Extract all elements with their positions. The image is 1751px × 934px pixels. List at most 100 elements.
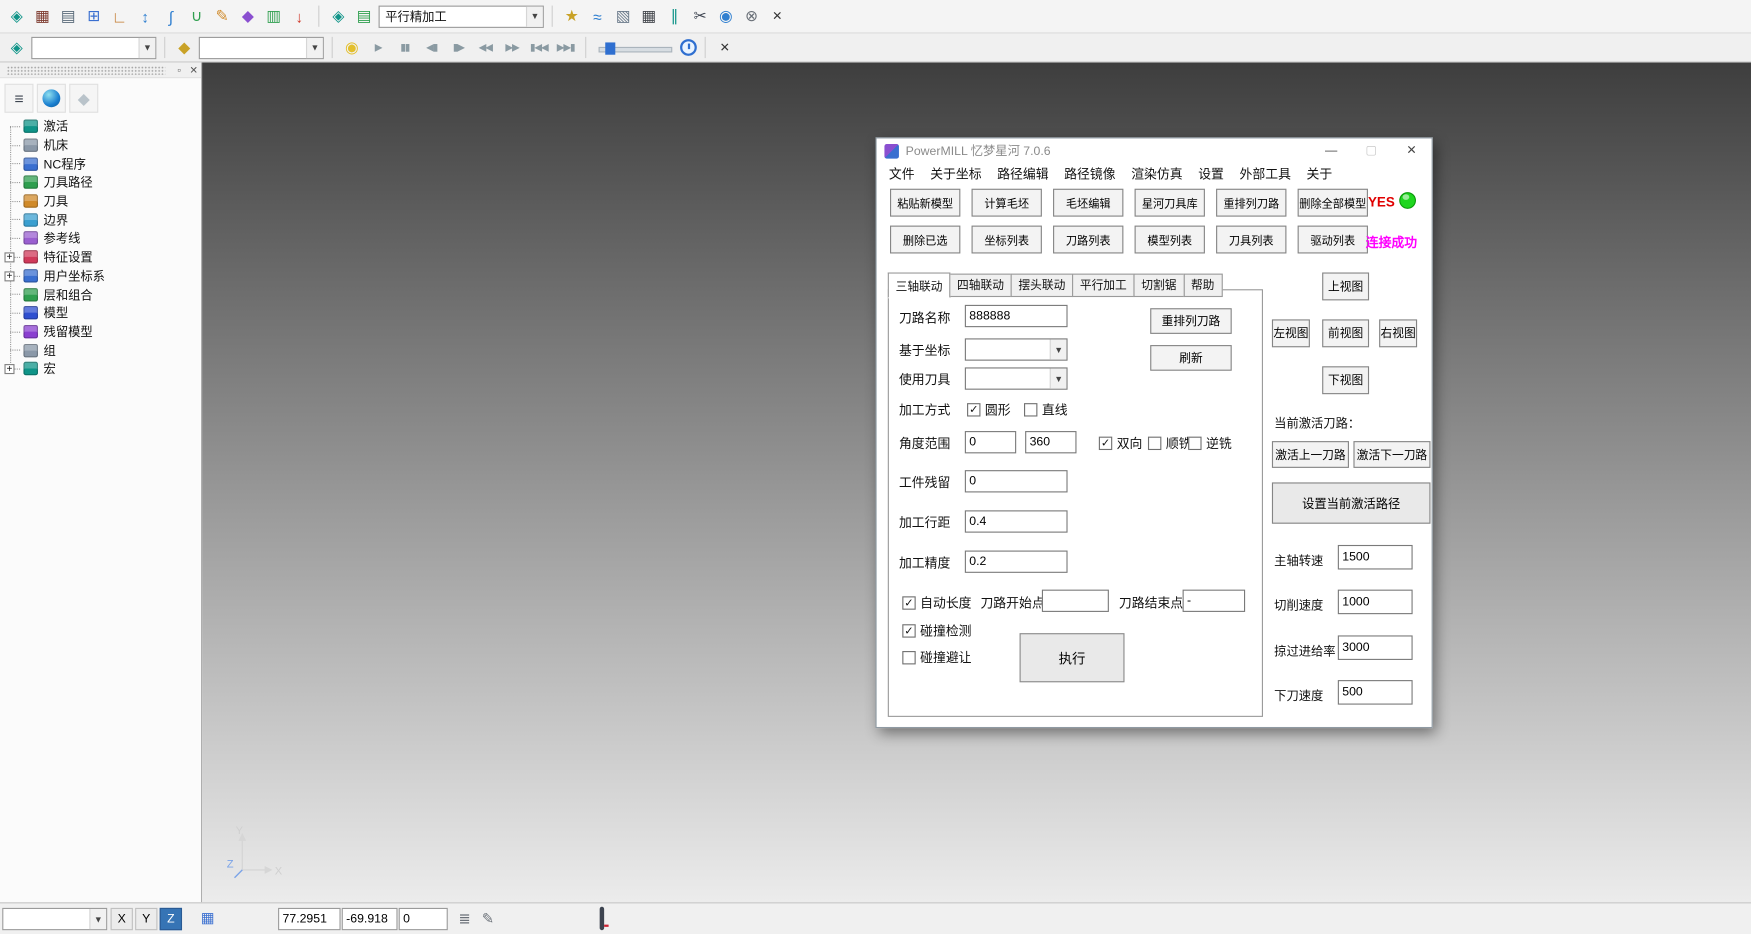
- lightbulb-icon[interactable]: ◉: [341, 36, 363, 58]
- tree-item[interactable]: 残留模型: [2, 322, 199, 341]
- dialog-toolbar-button[interactable]: 毛坯编辑: [1053, 189, 1123, 217]
- pause-icon[interactable]: ▮▮: [393, 36, 416, 58]
- menu-item[interactable]: 关于坐标: [922, 163, 989, 185]
- table-icon[interactable]: ▥: [262, 5, 284, 27]
- circle-checkbox[interactable]: ✓ 圆形: [967, 401, 1011, 419]
- dialog-toolbar-button[interactable]: 计算毛坯: [972, 189, 1042, 217]
- menu-item[interactable]: 路径镜像: [1056, 163, 1123, 185]
- dialog-toolbar-button[interactable]: 刀具列表: [1216, 226, 1286, 254]
- import-icon[interactable]: ↓: [288, 5, 310, 27]
- step-forward-icon[interactable]: ▮▶: [447, 36, 470, 58]
- simulation-speed-slider[interactable]: [599, 39, 673, 57]
- set-active-path-button[interactable]: 设置当前激活路径: [1272, 482, 1431, 523]
- toolbar-close-button[interactable]: ✕: [766, 5, 788, 27]
- panel-close-icon[interactable]: ✕: [186, 63, 201, 76]
- tree-item[interactable]: 模型: [2, 304, 199, 323]
- front-view-button[interactable]: 前视图: [1322, 319, 1369, 347]
- panel-header[interactable]: ▫ ✕: [0, 63, 201, 79]
- tree-expand-toggle[interactable]: +: [4, 364, 14, 374]
- dialog-toolbar-button[interactable]: 删除已选: [890, 226, 960, 254]
- stepover-input[interactable]: [965, 510, 1068, 532]
- menu-item[interactable]: 文件: [881, 163, 922, 185]
- create-block-icon[interactable]: ⊞: [83, 5, 105, 27]
- activate-next-toolpath-button[interactable]: 激活下一刀路: [1353, 441, 1430, 468]
- tab[interactable]: 四轴联动: [949, 274, 1012, 297]
- tree-item[interactable]: 刀具: [2, 192, 199, 211]
- close-button[interactable]: ✕: [1391, 139, 1431, 162]
- slider-handle[interactable]: [605, 42, 615, 54]
- tree-item[interactable]: 刀具路径: [2, 173, 199, 192]
- plot-icon[interactable]: ≈: [586, 5, 608, 27]
- rewind-icon[interactable]: ◀◀: [473, 36, 496, 58]
- edit-list-icon[interactable]: ≣: [453, 908, 475, 930]
- toolpath-name-input[interactable]: [965, 305, 1068, 327]
- pattern-icon[interactable]: ◆: [237, 5, 259, 27]
- z-axis-button[interactable]: Z: [160, 908, 182, 930]
- statistics-icon[interactable]: ∥: [663, 5, 685, 27]
- maximize-button[interactable]: ▢: [1351, 139, 1391, 162]
- right-view-button[interactable]: 右视图: [1379, 319, 1417, 347]
- tree-item[interactable]: 边界: [2, 210, 199, 229]
- tree-item[interactable]: + 宏: [2, 360, 199, 379]
- chevron-down-icon[interactable]: ▼: [89, 909, 106, 929]
- skim-feed-input[interactable]: [1338, 635, 1413, 660]
- x-axis-button[interactable]: X: [111, 908, 133, 930]
- menu-item[interactable]: 渲染仿真: [1123, 163, 1190, 185]
- go-to-start-icon[interactable]: ▮◀◀: [527, 36, 550, 58]
- simulate-icon[interactable]: ◈: [6, 36, 28, 58]
- tree-item[interactable]: 层和组合: [2, 285, 199, 304]
- dialog-toolbar-button[interactable]: 星河刀具库: [1135, 189, 1205, 217]
- save-icon[interactable]: ▦: [31, 5, 53, 27]
- dialog-toolbar-button[interactable]: 模型列表: [1135, 226, 1205, 254]
- tree-item[interactable]: 参考线: [2, 229, 199, 248]
- top-view-button[interactable]: 上视图: [1322, 272, 1369, 300]
- measure-icon[interactable]: ∟: [108, 5, 130, 27]
- dialog-toolbar-button[interactable]: 删除全部模型: [1298, 189, 1368, 217]
- play-icon[interactable]: ▶: [366, 36, 389, 58]
- dialog-titlebar[interactable]: PowerMILL 忆梦星河 7.0.6 — ▢ ✕: [877, 138, 1432, 163]
- chevron-down-icon[interactable]: ▼: [1050, 339, 1067, 359]
- dialog-toolbar-button[interactable]: 粘贴新模型: [890, 189, 960, 217]
- tree-item[interactable]: NC程序: [2, 155, 199, 174]
- menu-item[interactable]: 设置: [1190, 163, 1231, 185]
- dialog-toolbar-button[interactable]: 重排列刀路: [1216, 189, 1286, 217]
- chevron-down-icon[interactable]: ▼: [1050, 369, 1067, 389]
- go-to-end-icon[interactable]: ▶▶▮: [554, 36, 577, 58]
- chevron-down-icon[interactable]: ▼: [306, 37, 323, 57]
- plunge-feed-input[interactable]: [1338, 680, 1413, 705]
- arc-icon[interactable]: ∪: [185, 5, 207, 27]
- cursor-x-input[interactable]: [278, 908, 341, 930]
- panel-float-icon[interactable]: ▫: [172, 63, 187, 76]
- y-axis-button[interactable]: Y: [135, 908, 157, 930]
- tab[interactable]: 摆头联动: [1011, 274, 1074, 297]
- gear-icon[interactable]: ⊗: [740, 5, 762, 27]
- orientation-icon[interactable]: ✎: [477, 908, 499, 930]
- angle-to-input[interactable]: [1025, 431, 1076, 453]
- end-point-input[interactable]: [1183, 590, 1246, 612]
- checkbox-box[interactable]: [1148, 437, 1161, 450]
- left-view-button[interactable]: 左视图: [1272, 319, 1310, 347]
- sim-toolpath-combo[interactable]: ▼: [199, 36, 324, 58]
- cursor-y-input[interactable]: [342, 908, 398, 930]
- tree-structure-icon[interactable]: ≡: [4, 84, 33, 113]
- viewfinder-icon[interactable]: ◉: [715, 5, 737, 27]
- chevron-down-icon[interactable]: ▼: [526, 6, 543, 26]
- checkbox-box[interactable]: ✓: [902, 624, 915, 637]
- tab[interactable]: 平行加工: [1072, 274, 1135, 297]
- tab[interactable]: 帮助: [1183, 274, 1222, 297]
- tool-icon[interactable]: ◆: [173, 36, 195, 58]
- step-back-icon[interactable]: ◀▮: [420, 36, 443, 58]
- menu-item[interactable]: 关于: [1299, 163, 1340, 185]
- dialog-toolbar-button[interactable]: 驱动列表: [1298, 226, 1368, 254]
- calculator-icon[interactable]: ▦: [638, 5, 660, 27]
- rearrange-toolpaths-button[interactable]: 重排列刀路: [1150, 308, 1232, 334]
- cutting-feed-input[interactable]: [1338, 590, 1413, 615]
- bottom-view-button[interactable]: 下视图: [1322, 366, 1369, 394]
- collision-avoid-checkbox[interactable]: 碰撞避让: [902, 649, 971, 667]
- use-tool-combo[interactable]: ▼: [965, 367, 1068, 389]
- auto-length-checkbox[interactable]: ✓ 自动长度: [902, 594, 971, 612]
- tree-expand-toggle[interactable]: +: [4, 271, 14, 281]
- shield-icon[interactable]: ◆: [69, 84, 98, 113]
- checkbox-box[interactable]: ✓: [1099, 437, 1112, 450]
- tree-item[interactable]: + 特征设置: [2, 248, 199, 267]
